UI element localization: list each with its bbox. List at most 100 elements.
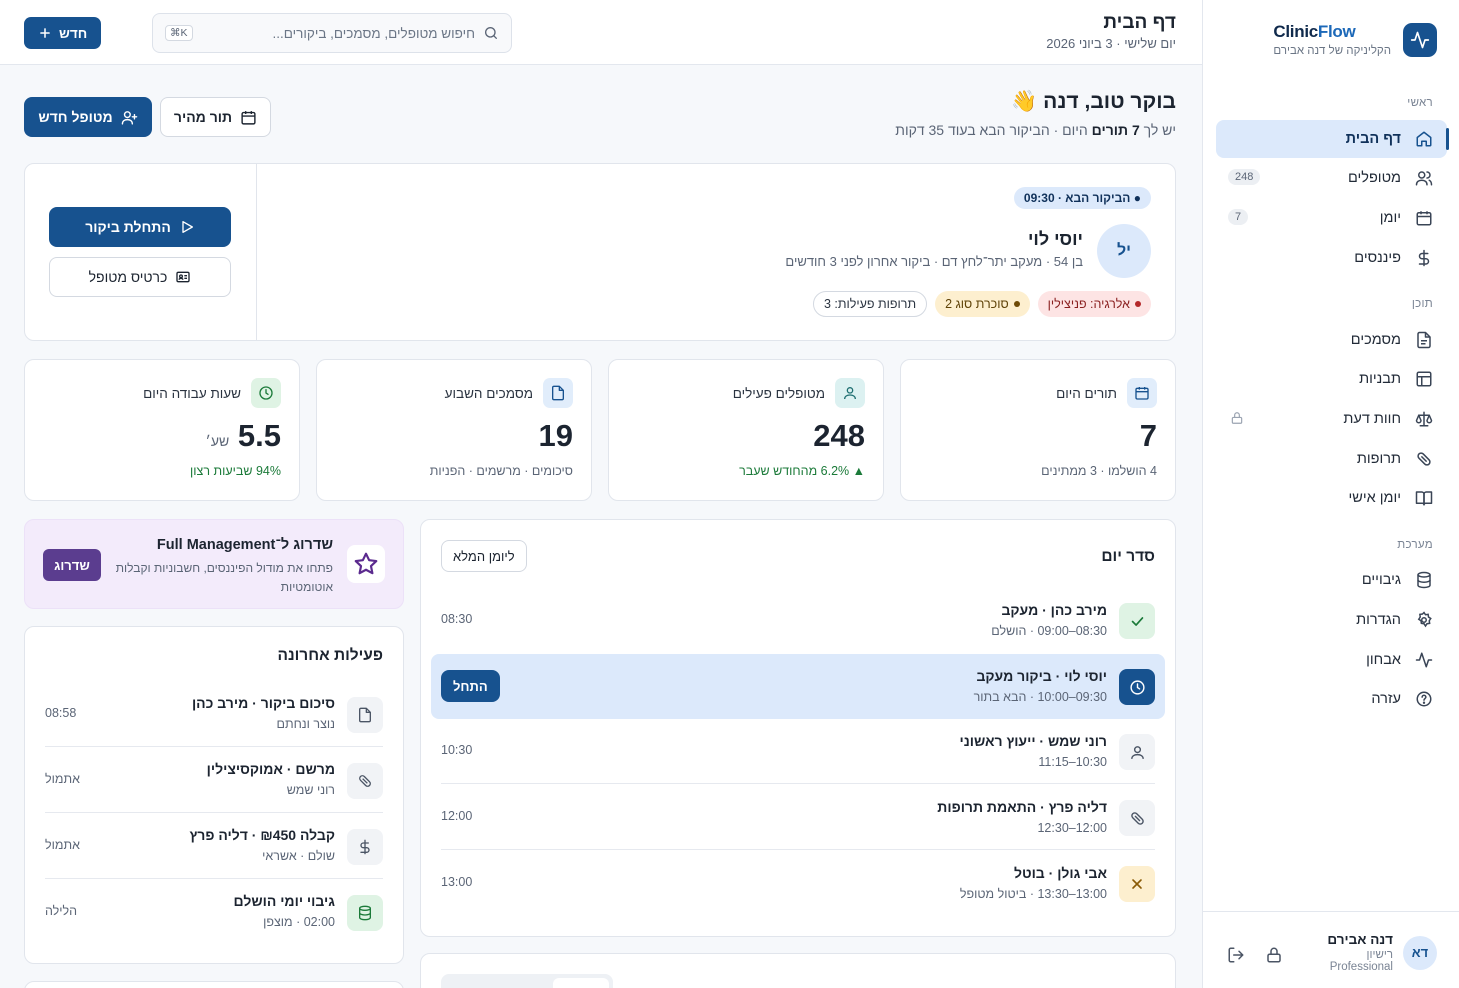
logout-icon[interactable] [1227, 946, 1245, 964]
stat-documents-week[interactable]: מסמכים השבוע 19 סיכומים · מרשמים · הפניו… [316, 359, 592, 501]
stat-work-hours[interactable]: שעות עבודה היום 5.5 שע׳ 94% שביעות רצון [24, 359, 300, 501]
new-button[interactable]: חדש [24, 17, 102, 49]
start-button[interactable]: התחל [441, 670, 500, 702]
activity-row[interactable]: קבלה ₪450 · דליה פרץ שולם · אשראי אתמול [45, 813, 383, 879]
stat-footnote: סיכומים · מרשמים · הפניות [429, 464, 573, 478]
check-icon [1119, 603, 1155, 639]
sidebar-item-label: יומן אישי [1348, 490, 1401, 506]
sidebar-item-patients[interactable]: מטופלים 248 [1216, 159, 1447, 197]
greeting-subtitle: יש לך 7 תורים היום · הביקור הבא בעוד 35 … [895, 122, 1176, 138]
activity-row-title: סיכום ביקור · מירב כהן [191, 695, 335, 711]
user-role: רישיון [1366, 949, 1394, 961]
x-icon [1119, 866, 1155, 902]
stat-active-patients[interactable]: מטופלים פעילים 248 ▲ 6.2% מהחודש שעבר [608, 359, 884, 501]
activity-row-time: 08:58 [45, 706, 77, 720]
sidebar-item-finance[interactable]: פיננסים [1216, 239, 1447, 277]
sidebar-item-label: עזרה [1371, 691, 1401, 707]
sidebar-item-label: מסמכים [1350, 332, 1401, 348]
calendar-icon [1127, 378, 1157, 408]
schedule-row-sub: 10:30–11:15 [1038, 755, 1107, 769]
schedule-row-time: 10:30 [441, 743, 473, 757]
star-icon [347, 545, 385, 583]
sidebar-item-help[interactable]: עזרה [1216, 680, 1447, 718]
sidebar-item-diagnostics[interactable]: אבחון [1216, 641, 1447, 679]
pill-icon [1414, 449, 1434, 469]
patients-count-badge: 248 [1228, 169, 1261, 185]
user-profile[interactable]: דא דנה אבירם רישיון Professional [1327, 932, 1437, 973]
sidebar-item-label: יומן [1379, 210, 1401, 226]
patient-name[interactable]: יוסי לוי [1028, 229, 1083, 250]
schedule-row-title: אבי גולן · בוטל [1013, 865, 1107, 881]
brand-name: ClinicFlow [1273, 22, 1356, 41]
user-plus-icon [121, 109, 138, 126]
sidebar-item-label: דף הבית [1345, 131, 1401, 147]
schedule-row[interactable]: רוני שמש · ייעוץ ראשוני 10:30–11:15 10:3… [431, 719, 1165, 784]
schedule-row-current[interactable]: יוסי לוי · ביקור מעקב 09:30–10:00 · הבא … [431, 654, 1165, 719]
document-icon [1414, 330, 1434, 350]
calendar-count-badge: 7 [1228, 209, 1249, 225]
activity-row-sub: נוצר ונחתם [276, 717, 335, 731]
user-name: דנה אבירם [1327, 932, 1393, 947]
schedule-row-time: 08:30 [441, 612, 473, 626]
clock-icon [251, 378, 281, 408]
activity-row-sub: רוני שמש [286, 783, 335, 797]
sidebar-item-home[interactable]: דף הבית [1216, 120, 1449, 158]
sidebar-item-templates[interactable]: תבניות [1216, 360, 1447, 398]
greeting-title: בוקר טוב, דנה 👋 [1011, 90, 1176, 113]
search-box[interactable]: ⌘K [152, 13, 512, 53]
activity-title: פעילות אחרונה [277, 647, 383, 664]
divider [441, 849, 1155, 850]
activity-row-time: אתמול [45, 772, 80, 786]
schedule-row-sub: 09:30–10:00 · הבא בתור [973, 690, 1107, 704]
stat-value: 5.5 שע׳ [205, 418, 282, 453]
schedule-row[interactable]: מירב כהן · מעקב 08:30–09:00 · הושלם 08:3… [431, 588, 1165, 652]
lock-icon[interactable] [1265, 946, 1283, 964]
upgrade-button[interactable]: שדרוג [43, 549, 101, 581]
sidebar-item-opinions[interactable]: חוות דעת [1216, 400, 1447, 438]
search-input[interactable] [200, 25, 475, 41]
schedule-row-title: מירב כהן · מעקב [1001, 602, 1107, 618]
sidebar-item-journal[interactable]: יומן אישי [1216, 479, 1447, 517]
page-title: דף הבית [1103, 12, 1176, 33]
quick-appointment-button[interactable]: תור מהיר [160, 97, 271, 137]
new-button-label: חדש [59, 25, 88, 41]
allergy-tag: אלרגיה: פניצילין [1037, 291, 1151, 317]
schedule-row-time: 12:00 [441, 809, 473, 823]
diabetes-tag: סוכרת סוג 2 [935, 291, 1030, 317]
brand-subtitle: הקליניקה של דנה אבירם [1273, 45, 1391, 57]
patient-file-button[interactable]: כרטיס מטופל [49, 257, 231, 297]
stat-label: שעות עבודה היום [143, 385, 241, 401]
recent-activity-card: פעילות אחרונה סיכום ביקור · מירב כהן נוצ… [24, 626, 404, 964]
section-system: מערכת [1397, 539, 1433, 551]
template-icon [1414, 369, 1434, 389]
top-bar: דף הבית יום שלישי · 3 ביוני 2026 ⌘K חדש [0, 0, 1202, 65]
stat-appointments-today[interactable]: תורים היום 7 4 הושלמו · 3 ממתינים [900, 359, 1176, 501]
patient-info: בן 54 · מעקב יתר־לחץ דם · ביקור אחרון לפ… [785, 254, 1083, 269]
schedule-row[interactable]: דליה פרץ · התאמת תרופות 12:00–12:30 12:0… [431, 785, 1165, 850]
new-patient-button[interactable]: מטופל חדש [24, 97, 152, 137]
start-visit-button[interactable]: התחלת ביקור [49, 207, 231, 247]
sidebar-item-documents[interactable]: מסמכים [1216, 321, 1447, 359]
database-icon [347, 895, 383, 931]
id-card-icon [175, 269, 191, 285]
schedule-row-title: דליה פרץ · התאמת תרופות [937, 799, 1107, 815]
next-patient-card: ● הביקור הבא · 09:30 יל יוסי לוי בן 54 ·… [24, 163, 1176, 341]
scale-icon [1414, 409, 1434, 429]
sidebar-item-settings[interactable]: הגדרות [1216, 601, 1447, 639]
activity-row[interactable]: מרשם · אמוקסיצילין רוני שמש אתמול [45, 747, 383, 813]
sidebar-item-medications[interactable]: תרופות [1216, 440, 1447, 478]
calendar-icon [1414, 208, 1434, 228]
clock-icon [1119, 669, 1155, 705]
schedule-row[interactable]: אבי גולן · בוטל 13:00–13:30 · ביטול מטופ… [431, 851, 1165, 915]
segmented-control[interactable] [441, 974, 613, 988]
stat-value: 248 [813, 418, 865, 453]
sidebar-item-backups[interactable]: גיבויים [1216, 561, 1447, 599]
upgrade-banner: שדרוג ל־Full Management פתחו את מודול הפ… [24, 519, 404, 609]
sidebar-item-calendar[interactable]: יומן 7 [1216, 199, 1447, 237]
activity-row[interactable]: סיכום ביקור · מירב כהן נוצר ונחתם 08:58 [45, 681, 383, 747]
segment-tab[interactable] [553, 978, 609, 988]
activity-row-title: מרשם · אמוקסיצילין [206, 761, 335, 777]
divider [1203, 911, 1459, 912]
full-calendar-button[interactable]: ליומן המלא [441, 540, 527, 572]
activity-row[interactable]: גיבוי יומי הושלם 02:00 · מוצפן הלילה [45, 879, 383, 945]
